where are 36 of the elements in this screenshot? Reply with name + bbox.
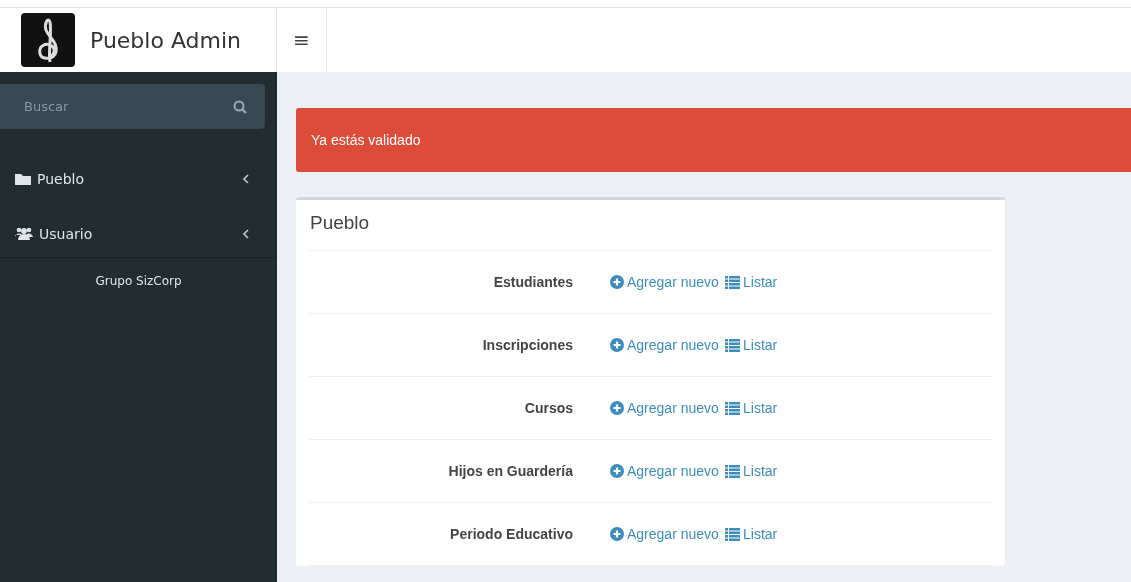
plus-circle-icon [610,338,624,352]
add-new-link[interactable]: Agregar nuevo [610,526,719,542]
alert-message: Ya estás validado [296,108,1131,172]
list-link[interactable]: Listar [725,526,778,542]
row-label: Inscripciones [481,337,573,353]
list-icon [725,275,740,289]
app-title: Pueblo Admin [90,27,241,53]
search-icon [233,100,247,114]
users-icon [15,227,33,240]
row-label: Cursos [523,400,573,416]
plus-circle-icon [610,275,624,289]
sidebar-item[interactable]: Pueblo [0,151,277,206]
list-link[interactable]: Listar [725,400,778,416]
plus-circle-icon [610,401,624,415]
row-label: Hijos en Guardería [447,463,573,479]
list-link[interactable]: Listar [725,274,778,290]
folder-icon [15,172,31,185]
list-icon [725,401,740,415]
add-new-link[interactable]: Agregar nuevo [610,274,719,290]
add-new-link[interactable]: Agregar nuevo [610,463,719,479]
list-icon [725,527,740,541]
menu-toggle[interactable]: ≡ [277,8,327,72]
plus-circle-icon [610,527,624,541]
list-link[interactable]: Listar [725,337,778,353]
treble-clef-logo [20,12,76,68]
plus-circle-icon [610,464,624,478]
search-field[interactable]: Buscar [0,84,265,129]
add-new-link[interactable]: Agregar nuevo [610,337,719,353]
list-link[interactable]: Listar [725,463,778,479]
list-icon [725,338,740,352]
row-label: Estudiantes [492,274,573,290]
footer-text: Grupo SizCorp [0,257,277,288]
list-icon [725,464,740,478]
card-title: Pueblo [308,200,993,251]
row-label: Periodo Educativo [449,526,573,542]
add-new-link[interactable]: Agregar nuevo [610,400,719,416]
